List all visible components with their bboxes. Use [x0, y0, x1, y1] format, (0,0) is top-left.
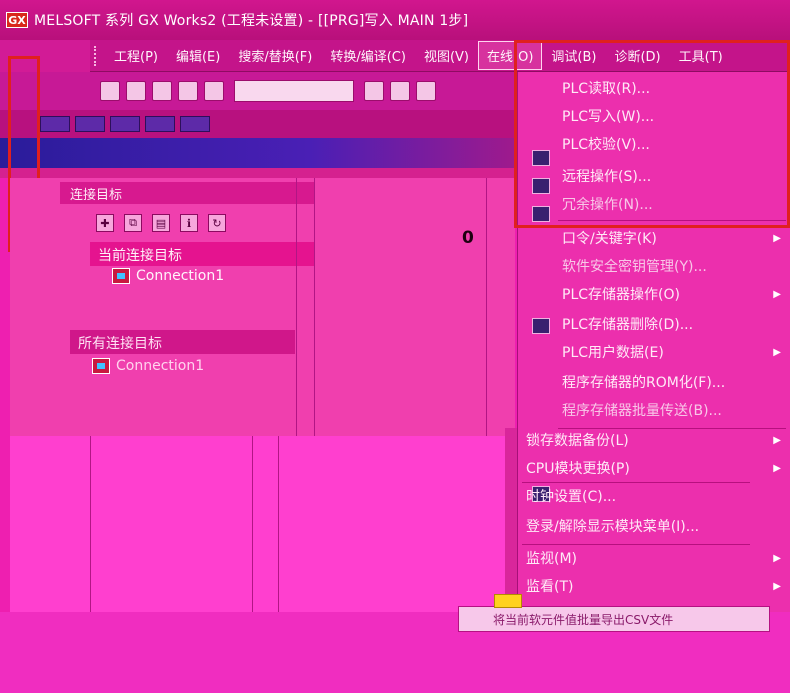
submenu-arrow-icon: ▶ — [773, 462, 781, 474]
menu-latch-backup[interactable]: 锁存数据备份(L) ▶ — [518, 426, 790, 454]
menu-monitor[interactable]: 监视(M) ▶ — [518, 544, 790, 572]
tooltip-icon — [494, 594, 522, 608]
panel-divider — [314, 178, 315, 436]
menu-find-replace[interactable]: 搜索/替换(F) — [230, 42, 320, 69]
title-bar: GX MELSOFT 系列 GX Works2 (工程未设置) - [[PRG]… — [0, 0, 790, 40]
device-button[interactable] — [75, 116, 105, 132]
submenu-arrow-icon: ▶ — [773, 288, 781, 300]
paste-icon[interactable] — [416, 81, 436, 101]
connection-label: Connection1 — [136, 268, 225, 284]
ladder-rail — [486, 178, 487, 436]
print-icon[interactable] — [178, 81, 198, 101]
connection-icon — [112, 268, 130, 284]
menu-security-key[interactable]: 软件安全密钥管理(Y)... — [518, 252, 790, 280]
menu-memory-operation[interactable]: PLC存储器操作(O) ▶ — [518, 280, 790, 308]
highlight-box-right — [514, 40, 790, 228]
submenu-arrow-icon: ▶ — [773, 552, 781, 564]
new-project-icon[interactable] — [100, 81, 120, 101]
device-search-combo[interactable] — [234, 80, 354, 102]
submenu-arrow-icon: ▶ — [773, 434, 781, 446]
connection-panel-toolbar: ✚ ⧉ ▤ ℹ ↻ — [90, 208, 314, 238]
refresh-connection-icon[interactable]: ↻ — [208, 214, 226, 232]
menu-project[interactable]: 工程(P) — [106, 42, 166, 69]
menu-clock-setting[interactable]: 时钟设置(C)... — [518, 482, 790, 510]
menu-tooltip: 将当前软元件值批量导出CSV文件 — [458, 606, 770, 632]
device-button[interactable] — [110, 116, 140, 132]
new-connection-icon[interactable]: ✚ — [96, 214, 114, 232]
output-area — [10, 436, 515, 612]
all-connection-item[interactable]: Connection1 — [92, 358, 204, 374]
paste-connection-icon[interactable]: ▤ — [152, 214, 170, 232]
app-logo: GX — [6, 12, 28, 28]
submenu-arrow-icon: ▶ — [773, 346, 781, 358]
ladder-toolbar — [0, 138, 518, 168]
all-connections-section: 所有连接目标 — [70, 330, 295, 354]
menubar-grip[interactable] — [94, 45, 98, 66]
panel-divider — [296, 178, 297, 436]
current-connection-item[interactable]: Connection1 — [112, 268, 224, 284]
grid-line — [278, 436, 279, 612]
menu-edit[interactable]: 编辑(E) — [168, 42, 228, 69]
window-title: MELSOFT 系列 GX Works2 (工程未设置) - [[PRG]写入 … — [34, 13, 469, 29]
current-connection-section: 当前连接目标 — [90, 242, 314, 266]
standard-toolbar — [0, 72, 518, 110]
search-icon[interactable] — [204, 81, 224, 101]
grid-line — [90, 436, 91, 612]
device-button[interactable] — [40, 116, 70, 132]
menu-display-module[interactable]: 登录/解除显示模块菜单(I)... — [518, 512, 790, 540]
device-button[interactable] — [145, 116, 175, 132]
menu-memory-delete[interactable]: PLC存储器删除(D)... — [518, 310, 790, 338]
connection-icon — [92, 358, 110, 374]
copy-connection-icon[interactable]: ⧉ — [124, 214, 142, 232]
device-button[interactable] — [180, 116, 210, 132]
submenu-arrow-icon: ▶ — [773, 232, 781, 244]
connection-label: Connection1 — [116, 358, 205, 374]
menu-cpu-replacement[interactable]: CPU模块更换(P) ▶ — [518, 454, 790, 482]
ladder-step-number: 0 — [462, 228, 474, 248]
menu-compile[interactable]: 转换/编译(C) — [322, 42, 414, 69]
connection-panel-header: 连接目标 — [60, 182, 314, 204]
menu-watch[interactable]: 监看(T) ▶ — [518, 572, 790, 600]
cut-icon[interactable] — [364, 81, 384, 101]
grid-line — [252, 436, 253, 612]
save-project-icon[interactable] — [152, 81, 172, 101]
menu-rom-program[interactable]: 程序存储器的ROM化(F)... — [518, 368, 790, 396]
connection-info-icon[interactable]: ℹ — [180, 214, 198, 232]
menu-password-keyword[interactable]: 口令/关键字(K) ▶ — [518, 224, 790, 252]
copy-icon[interactable] — [390, 81, 410, 101]
menu-user-data[interactable]: PLC用户数据(E) ▶ — [518, 338, 790, 366]
menu-view[interactable]: 视图(V) — [416, 42, 477, 69]
menu-batch-transfer[interactable]: 程序存储器批量传送(B)... — [518, 396, 790, 424]
device-toolbar — [0, 110, 518, 138]
tab-strip — [0, 168, 518, 178]
open-project-icon[interactable] — [126, 81, 146, 101]
submenu-arrow-icon: ▶ — [773, 580, 781, 592]
